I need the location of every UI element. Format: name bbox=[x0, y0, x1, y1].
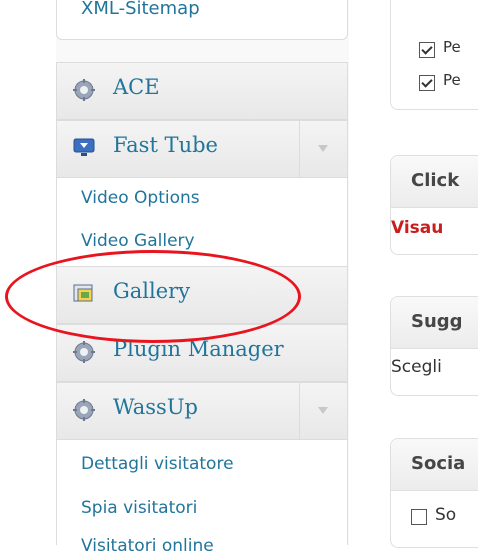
gear-icon bbox=[73, 79, 95, 101]
options-box: Pe Pe bbox=[390, 0, 478, 110]
social-box-header[interactable]: Socia bbox=[391, 439, 478, 491]
suggestion-box-title: Sugg bbox=[411, 311, 463, 332]
menu-item-fast-tube[interactable]: Fast Tube bbox=[56, 120, 348, 178]
submenu-wassup: Dettagli visitatore Spia visitatori Visi… bbox=[56, 440, 348, 556]
menu-toggle-fast-tube[interactable] bbox=[299, 121, 347, 177]
chevron-down-icon bbox=[318, 407, 328, 414]
menu-item-gallery[interactable]: Gallery bbox=[56, 266, 348, 324]
submenu-link-video-gallery[interactable]: Video Gallery bbox=[81, 231, 195, 251]
social-box-title: Socia bbox=[411, 453, 466, 474]
menu-label: WassUp bbox=[113, 395, 198, 419]
suggestion-box-text: Scegli bbox=[391, 357, 442, 377]
gear-icon bbox=[73, 399, 95, 421]
social-box: Socia So bbox=[390, 438, 478, 548]
gallery-icon bbox=[73, 284, 93, 302]
click-box-title: Click bbox=[411, 170, 460, 191]
click-box-header[interactable]: Click bbox=[391, 156, 478, 208]
menu-label: Gallery bbox=[113, 279, 191, 303]
social-checkbox-label: So bbox=[435, 505, 457, 525]
monitor-download-icon bbox=[73, 138, 95, 156]
option-checkbox-1[interactable] bbox=[419, 42, 435, 58]
option-checkbox-2-label: Pe bbox=[443, 71, 461, 89]
chevron-down-icon bbox=[318, 145, 328, 152]
click-box: Click Visau bbox=[390, 155, 478, 255]
menu-item-wassup[interactable]: WassUp bbox=[56, 382, 348, 440]
submenu-settings: XML-Sitemap bbox=[56, 0, 348, 40]
social-checkbox[interactable] bbox=[411, 509, 427, 525]
submenu-link-dettagli-visitatore[interactable]: Dettagli visitatore bbox=[81, 454, 234, 474]
suggestion-box: Sugg Scegli bbox=[390, 296, 478, 396]
menu-item-plugin-manager[interactable]: Plugin Manager bbox=[56, 324, 348, 382]
submenu-link-visitatori-online[interactable]: Visitatori online bbox=[81, 536, 214, 556]
menu-label: Plugin Manager bbox=[113, 337, 284, 361]
menu-label: ACE bbox=[113, 75, 160, 99]
submenu-link-video-options[interactable]: Video Options bbox=[81, 188, 200, 208]
option-checkbox-1-label: Pe bbox=[443, 38, 461, 56]
submenu-link-spia-visitatori[interactable]: Spia visitatori bbox=[81, 498, 197, 518]
menu-item-ace[interactable]: ACE bbox=[56, 62, 348, 120]
menu-toggle-wassup[interactable] bbox=[299, 383, 347, 439]
option-checkbox-2[interactable] bbox=[419, 75, 435, 91]
suggestion-box-header[interactable]: Sugg bbox=[391, 297, 478, 349]
menu-label: Fast Tube bbox=[113, 133, 218, 157]
gear-icon bbox=[73, 341, 95, 363]
submenu-link-xml-sitemap[interactable]: XML-Sitemap bbox=[81, 0, 200, 19]
click-box-link[interactable]: Visau bbox=[391, 218, 443, 238]
submenu-fast-tube: Video Options Video Gallery bbox=[56, 178, 348, 266]
